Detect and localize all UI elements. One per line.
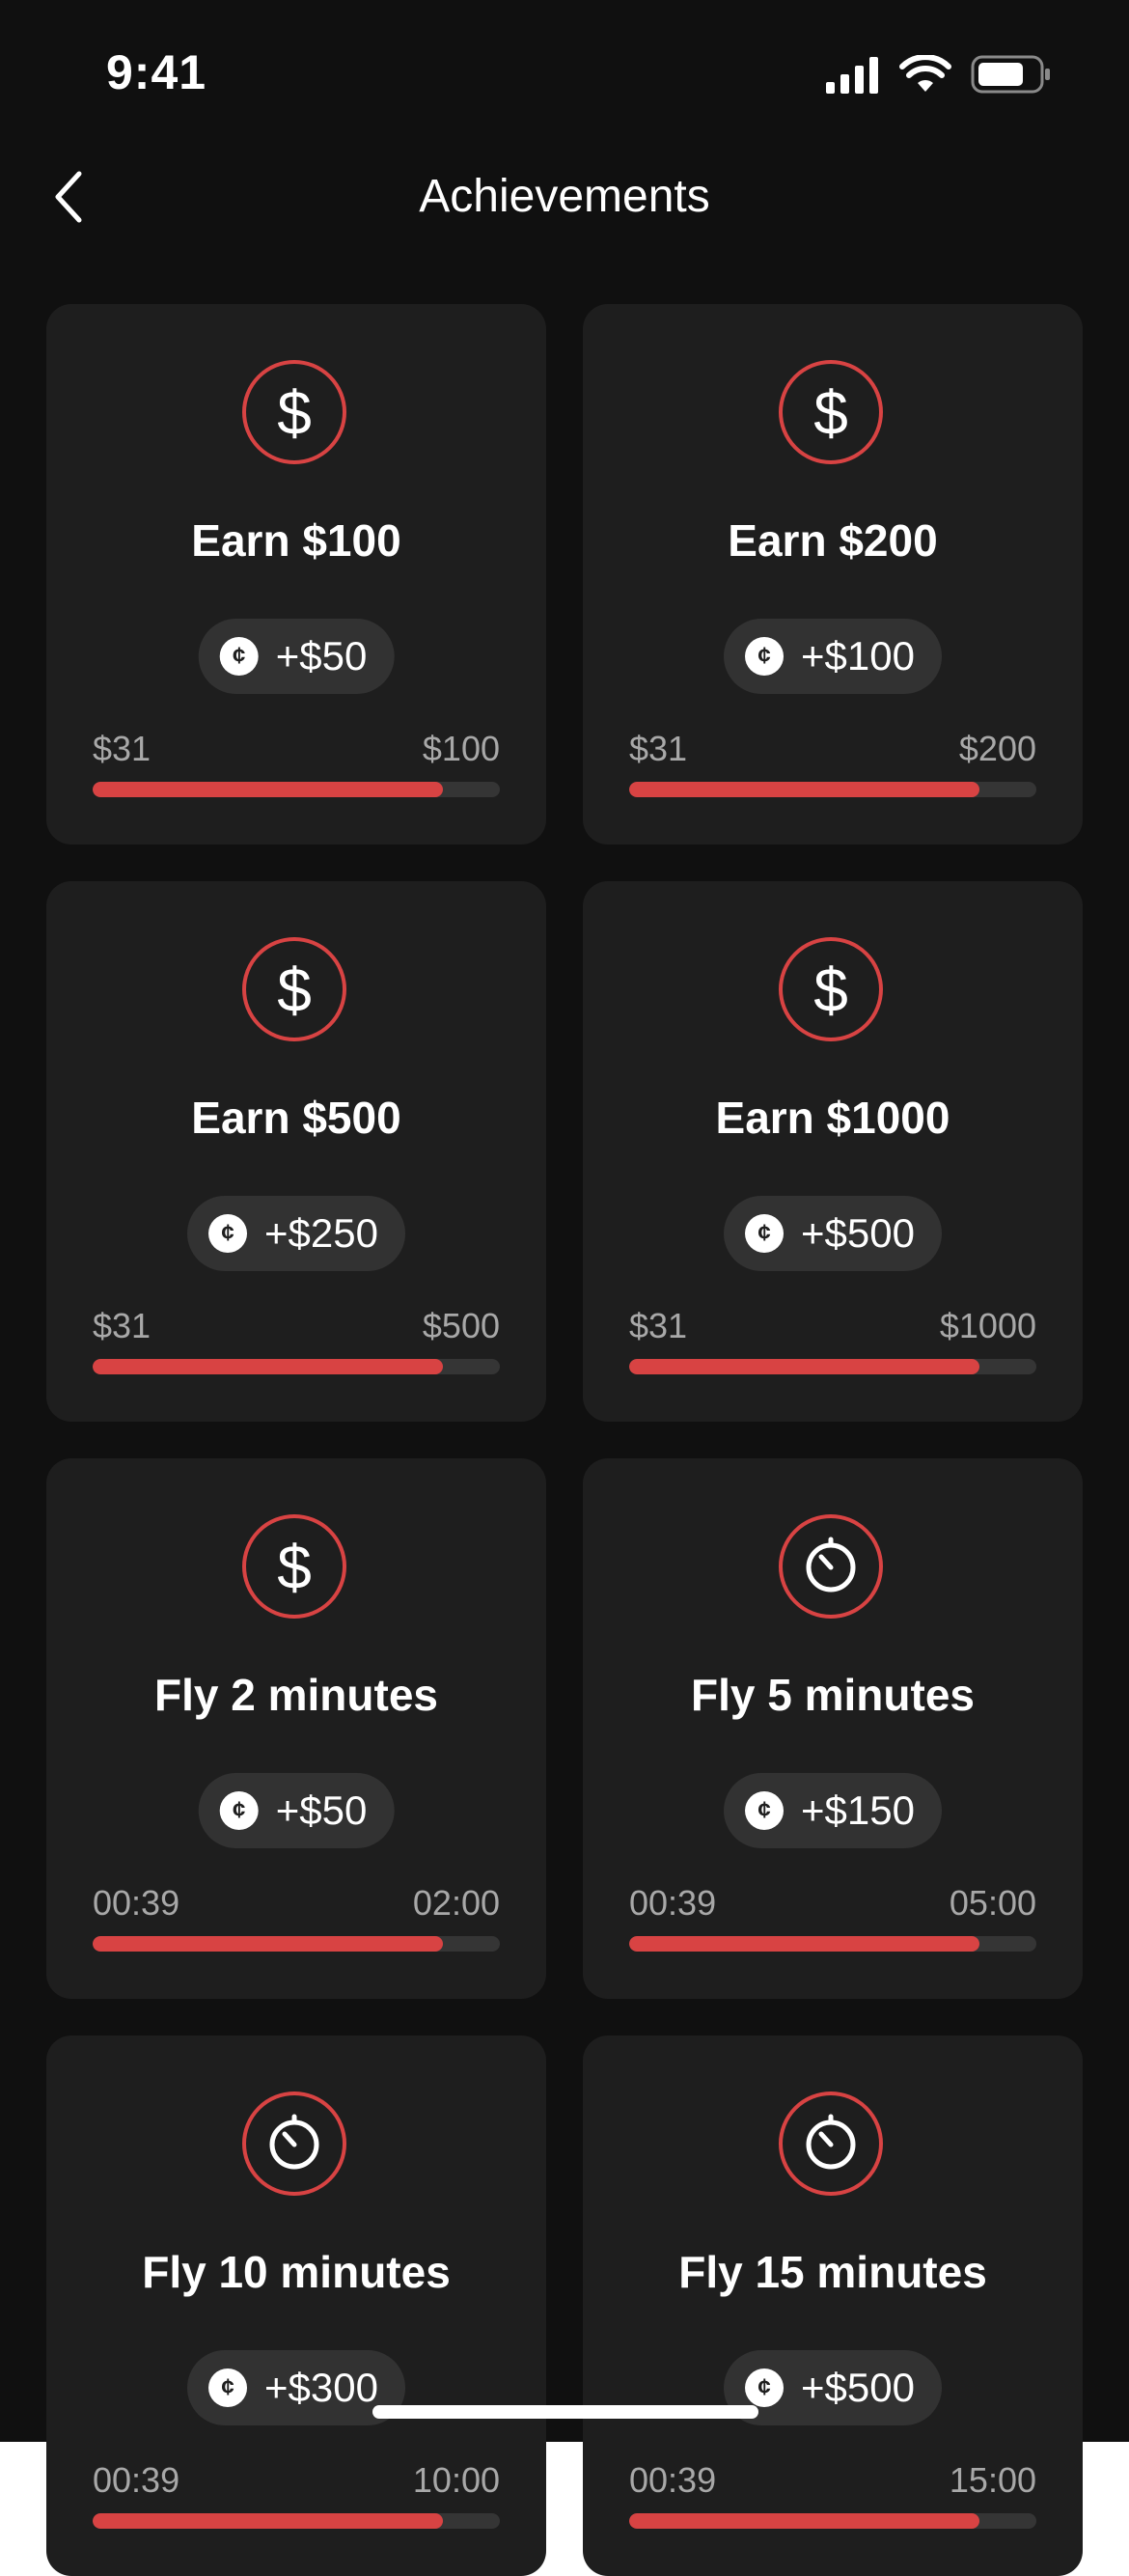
- reward-amount: +$100: [801, 633, 915, 679]
- coin-icon: ¢: [208, 2368, 248, 2407]
- progress-fill: [629, 1936, 979, 1952]
- progress-fill: [629, 782, 979, 797]
- progress-start: $31: [629, 1306, 688, 1345]
- coin-icon: ¢: [745, 2368, 785, 2407]
- achievement-title: Fly 10 minutes: [142, 2247, 451, 2297]
- coin-icon: ¢: [745, 1791, 785, 1830]
- achievement-title: Earn $100: [191, 515, 401, 566]
- progress-goal: $200: [958, 729, 1036, 768]
- progress-bar: [629, 2513, 1036, 2529]
- progress-start: 00:39: [629, 2460, 717, 2500]
- progress-start: $31: [93, 1306, 151, 1345]
- achievement-title: Earn $1000: [715, 1093, 950, 1143]
- progress-start: 00:39: [93, 1883, 180, 1923]
- reward-badge: ¢ +$500: [724, 1196, 942, 1271]
- progress-fill: [93, 782, 443, 797]
- status-icons: [826, 54, 1052, 95]
- status-time: 9:41: [106, 45, 207, 99]
- reward-amount: +$50: [275, 1787, 368, 1833]
- progress-fill: [93, 1936, 443, 1952]
- progress-start: $31: [629, 729, 688, 768]
- progress-goal: $1000: [939, 1306, 1036, 1345]
- reward-badge: ¢ +$50: [198, 1773, 395, 1848]
- coin-icon: ¢: [219, 637, 259, 676]
- dollar-icon: $: [779, 360, 883, 464]
- reward-badge: ¢ +$100: [724, 619, 942, 694]
- reward-amount: +$300: [264, 2365, 378, 2410]
- progress-start: $31: [93, 729, 151, 768]
- reward-badge: ¢ +$250: [187, 1196, 405, 1271]
- wifi-icon: [899, 55, 951, 92]
- coin-icon: ¢: [208, 1214, 248, 1253]
- dollar-icon: $: [242, 1514, 346, 1619]
- progress-goal: 02:00: [412, 1883, 500, 1923]
- reward-badge: ¢ +$50: [198, 619, 395, 694]
- signal-icon: [826, 57, 878, 94]
- progress-bar: [629, 1936, 1036, 1952]
- timer-icon: [242, 2091, 346, 2196]
- achievement-card[interactable]: $ Earn $100 ¢ +$50 $31 $100: [46, 304, 546, 845]
- battery-icon: [971, 55, 1050, 94]
- progress-goal: 10:00: [412, 2460, 500, 2500]
- dollar-icon: $: [779, 937, 883, 1041]
- progress-fill: [629, 1359, 979, 1374]
- progress-fill: [93, 2513, 443, 2529]
- progress-goal: 05:00: [949, 1883, 1036, 1923]
- achievement-card[interactable]: $ Fly 2 minutes ¢ +$50 00:39 02:00: [46, 1458, 546, 1999]
- achievement-title: Earn $200: [728, 515, 938, 566]
- progress-bar: [93, 2513, 500, 2529]
- home-indicator[interactable]: [372, 2405, 758, 2419]
- achievement-card[interactable]: Fly 15 minutes ¢ +$500 00:39 15:00: [583, 2036, 1083, 2576]
- achievement-card[interactable]: $ Earn $200 ¢ +$100 $31 $200: [583, 304, 1083, 845]
- achievement-card[interactable]: $ Earn $1000 ¢ +$500 $31 $1000: [583, 881, 1083, 1422]
- reward-amount: +$500: [801, 1210, 915, 1256]
- timer-icon: [779, 1514, 883, 1619]
- progress-bar: [93, 782, 500, 797]
- reward-amount: +$150: [801, 1787, 915, 1833]
- coin-icon: ¢: [745, 1214, 785, 1253]
- achievement-card[interactable]: Fly 5 minutes ¢ +$150 00:39 05:00: [583, 1458, 1083, 1999]
- timer-icon: [779, 2091, 883, 2196]
- reward-amount: +$500: [801, 2365, 915, 2410]
- progress-bar: [629, 782, 1036, 797]
- progress-goal: 15:00: [949, 2460, 1036, 2500]
- reward-amount: +$250: [264, 1210, 378, 1256]
- coin-icon: ¢: [219, 1791, 259, 1830]
- reward-amount: +$50: [275, 633, 368, 679]
- achievements-screen: 9:41 Achievements $ Earn $100 ¢ +$50 $31…: [0, 0, 1129, 2576]
- progress-start: 00:39: [629, 1883, 717, 1923]
- progress-fill: [93, 1359, 443, 1374]
- page-title: Achievements: [419, 171, 710, 222]
- progress-goal: $100: [422, 729, 500, 768]
- progress-goal: $500: [422, 1306, 500, 1345]
- achievement-title: Earn $500: [191, 1093, 401, 1143]
- achievement-card[interactable]: Fly 10 minutes ¢ +$300 00:39 10:00: [46, 2036, 546, 2576]
- progress-bar: [629, 1359, 1036, 1374]
- achievement-title: Fly 5 minutes: [691, 1670, 975, 1720]
- achievement-title: Fly 15 minutes: [678, 2247, 987, 2297]
- progress-start: 00:39: [93, 2460, 180, 2500]
- reward-badge: ¢ +$150: [724, 1773, 942, 1848]
- coin-icon: ¢: [745, 637, 785, 676]
- dollar-icon: $: [242, 360, 346, 464]
- achievement-card[interactable]: $ Earn $500 ¢ +$250 $31 $500: [46, 881, 546, 1422]
- progress-bar: [93, 1936, 500, 1952]
- progress-bar: [93, 1359, 500, 1374]
- progress-fill: [629, 2513, 979, 2529]
- achievement-title: Fly 2 minutes: [154, 1670, 438, 1720]
- achievements-grid: $ Earn $100 ¢ +$50 $31 $100 $ Earn $200 …: [46, 304, 1083, 2576]
- dollar-icon: $: [242, 937, 346, 1041]
